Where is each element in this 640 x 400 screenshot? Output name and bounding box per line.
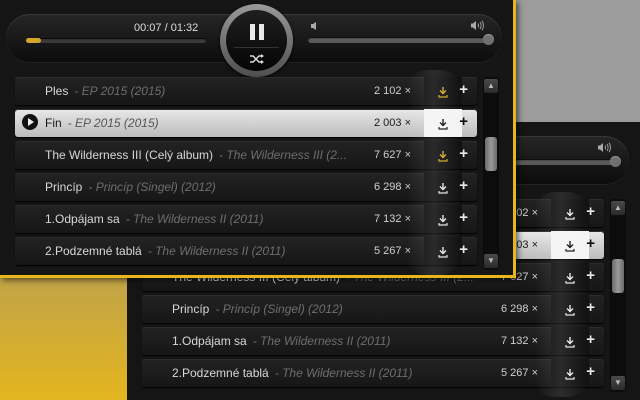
- track-title: 2.Podzemné tablá - The Wilderness II (201…: [45, 244, 286, 258]
- back-scrollbar[interactable]: ▲ ▼: [610, 199, 626, 392]
- play-count: 7 627 ×: [373, 149, 411, 161]
- track-title: 1.Odpájam sa - The Wilderness II (2011): [172, 334, 391, 348]
- track-title: 2.Podzemné tablá - The Wilderness II (201…: [172, 366, 413, 380]
- track-album: - The Wilderness II (2011): [252, 334, 391, 348]
- scroll-up-button[interactable]: ▲: [484, 79, 498, 93]
- track-album: - The Wilderness II (2011): [125, 212, 264, 226]
- play-icon[interactable]: [22, 114, 38, 130]
- track-title: 1.Odpájam sa - The Wilderness II (2011): [45, 212, 264, 226]
- play-count: 5 267 ×: [500, 367, 538, 379]
- progress-bar[interactable]: [26, 38, 206, 43]
- scroll-up-button[interactable]: ▲: [611, 201, 625, 215]
- pause-icon[interactable]: [250, 24, 264, 40]
- track-album: - EP 2015 (2015): [67, 116, 159, 130]
- play-count: 6 298 ×: [373, 181, 411, 193]
- play-count: 2 102 ×: [373, 85, 411, 97]
- shuffle-icon[interactable]: [250, 51, 264, 64]
- track-title: Ples- EP 2015 (2015): [45, 84, 166, 98]
- scroll-down-button[interactable]: ▼: [484, 254, 498, 268]
- back-volume-knob[interactable]: [610, 156, 621, 167]
- scrollbar[interactable]: ▲ ▼: [483, 77, 499, 270]
- track-album: - The Wilderness III (2...: [219, 148, 347, 162]
- volume-high-icon: [597, 142, 611, 156]
- play-control: [220, 4, 293, 77]
- track-album: - Princíp (Singel) (2012): [215, 302, 343, 316]
- scroll-down-button[interactable]: ▼: [611, 376, 625, 390]
- highlight-glow: [407, 70, 461, 275]
- volume-knob[interactable]: [483, 34, 494, 45]
- desktop-background-gray: [515, 0, 640, 125]
- progress-fill: [26, 38, 42, 43]
- play-disc: [226, 10, 287, 71]
- volume-high-icon: [470, 20, 484, 34]
- track-title: The Wilderness III (Celý album)- The Wil…: [45, 148, 347, 162]
- track-title: Fin- EP 2015 (2015): [45, 116, 159, 130]
- play-count: 2 003 ×: [373, 117, 411, 129]
- play-count: 6 298 ×: [500, 303, 538, 315]
- scroll-thumb[interactable]: [485, 137, 497, 171]
- scroll-thumb[interactable]: [612, 259, 624, 293]
- time-display: 00:07 / 01:32: [134, 22, 199, 34]
- play-count: 7 132 ×: [373, 213, 411, 225]
- disc-divider: [234, 47, 279, 48]
- track-title: Princíp - Princíp (Singel) (2012): [172, 302, 343, 316]
- track-album: - The Wilderness II (2011): [274, 366, 413, 380]
- track-album: - Princíp (Singel) (2012): [88, 180, 216, 194]
- volume-low-icon: [310, 21, 320, 34]
- play-count: 7 132 ×: [500, 335, 538, 347]
- player-window: 00:07 / 01:32 Ples - EP 2015 (2015) 2 102 ×…: [0, 0, 516, 278]
- desktop-background-yellow: [0, 270, 130, 400]
- track-album: - EP 2015 (2015): [74, 84, 166, 98]
- play-count: 5 267 ×: [373, 245, 411, 257]
- volume-slider[interactable]: [308, 34, 494, 45]
- track-title: Princíp - Princíp (Singel) (2012): [45, 180, 216, 194]
- track-album: - The Wilderness II (2011): [147, 244, 286, 258]
- back-highlight-glow: [534, 192, 588, 397]
